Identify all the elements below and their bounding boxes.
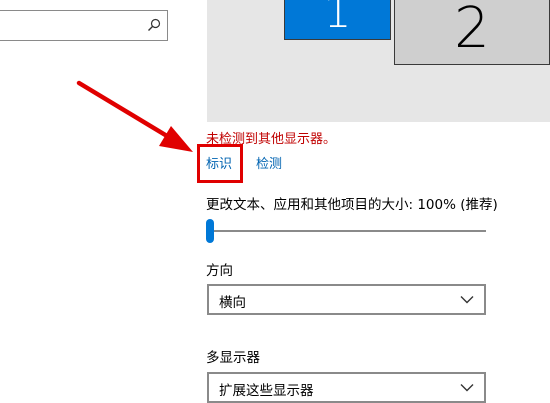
display-arrangement-preview: 1 2: [207, 0, 550, 122]
scale-slider-track[interactable]: [206, 230, 486, 232]
orientation-dropdown[interactable]: 横向: [207, 284, 486, 315]
highlight-annotation-box: [197, 144, 243, 183]
multiple-displays-selected-value: 扩展这些显示器: [219, 383, 314, 399]
chevron-down-icon: [460, 296, 474, 304]
orientation-selected-value: 横向: [219, 295, 246, 311]
settings-search-box[interactable]: [0, 10, 168, 41]
monitor-2-number: 2: [454, 0, 490, 61]
monitor-1-number: 1: [323, 0, 352, 38]
orientation-label: 方向: [206, 263, 233, 279]
scale-slider-thumb[interactable]: [206, 219, 214, 243]
search-icon[interactable]: [147, 18, 161, 32]
detect-link[interactable]: 检测: [256, 153, 282, 172]
search-input[interactable]: [0, 11, 139, 40]
scale-slider[interactable]: [206, 218, 486, 244]
monitor-1-tile[interactable]: 1: [284, 0, 391, 40]
scale-label: 更改文本、应用和其他项目的大小: 100% (推荐): [206, 197, 498, 213]
chevron-down-icon: [460, 384, 474, 392]
multiple-displays-label: 多显示器: [206, 350, 260, 366]
multiple-displays-dropdown[interactable]: 扩展这些显示器: [207, 372, 486, 403]
monitor-2-tile[interactable]: 2: [394, 0, 550, 65]
